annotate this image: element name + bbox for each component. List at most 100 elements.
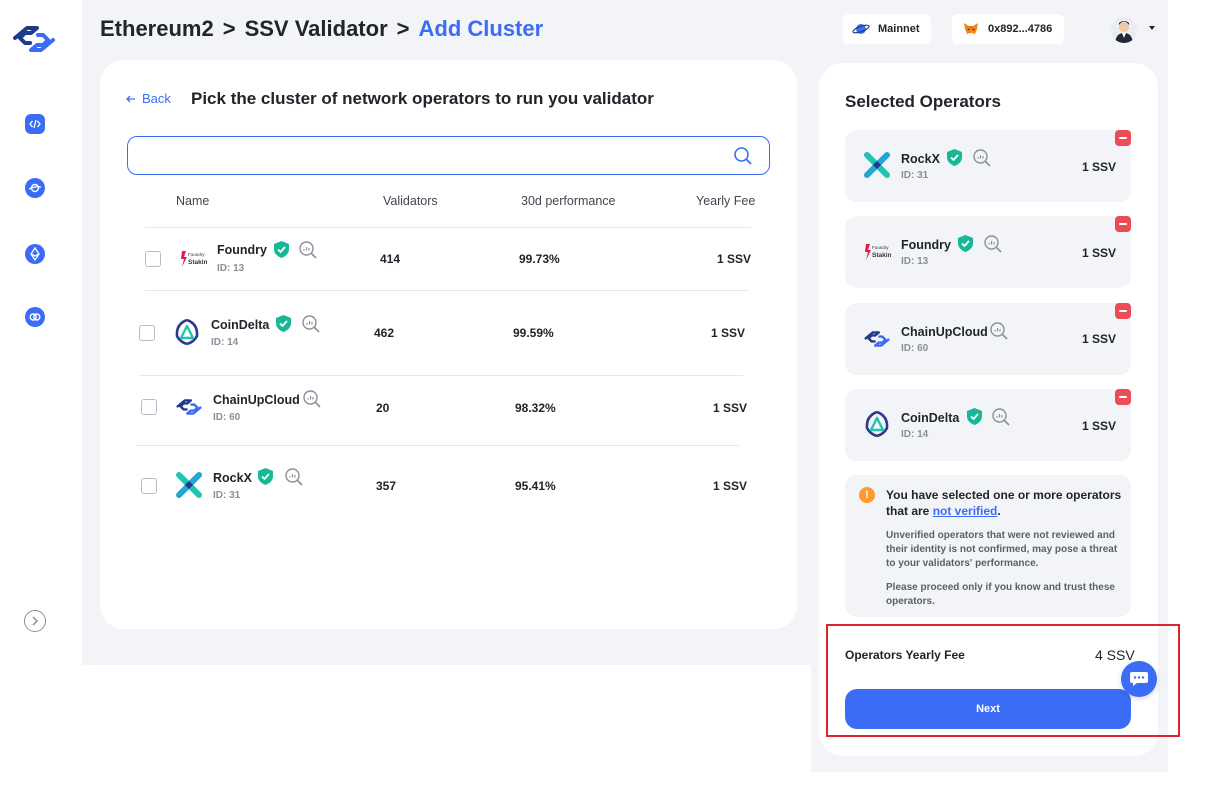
explorer-search-icon[interactable] bbox=[298, 240, 318, 260]
verified-shield-icon bbox=[966, 407, 983, 426]
column-header-name: Name bbox=[176, 194, 210, 208]
performance-cell: 95.41% bbox=[515, 479, 556, 493]
warning-text: You have selected one or more operators … bbox=[886, 488, 1122, 518]
column-header-validators: Validators bbox=[383, 194, 438, 208]
wallet-address: 0x892...4786 bbox=[988, 23, 1053, 35]
validators-cell: 414 bbox=[380, 252, 401, 266]
remove-operator-button[interactable] bbox=[1115, 216, 1131, 232]
row-checkbox[interactable] bbox=[141, 478, 157, 494]
explorer-search-icon[interactable] bbox=[989, 321, 1009, 341]
app-logo[interactable] bbox=[11, 24, 57, 59]
remove-operator-button[interactable] bbox=[1115, 303, 1131, 319]
operator-id: ID: 13 bbox=[217, 263, 245, 274]
arrow-left-icon bbox=[126, 95, 136, 103]
explorer-search-icon[interactable] bbox=[991, 407, 1011, 427]
operator-id: ID: 14 bbox=[901, 429, 929, 440]
column-header-yearly-fee: Yearly Fee bbox=[696, 194, 756, 208]
foundry-logo: Foundry Staking bbox=[179, 245, 207, 273]
back-link[interactable]: Back bbox=[126, 91, 171, 106]
verified-shield-icon bbox=[257, 467, 274, 486]
network-selector[interactable]: Mainnet bbox=[843, 14, 931, 44]
warning-icon: ! bbox=[859, 487, 875, 503]
remove-operator-button[interactable] bbox=[1115, 130, 1131, 146]
breadcrumb-current: Add Cluster bbox=[418, 16, 544, 41]
explorer-search-icon[interactable] bbox=[302, 389, 322, 409]
svg-text:Foundry: Foundry bbox=[188, 252, 205, 257]
explorer-search-icon[interactable] bbox=[983, 234, 1003, 254]
verified-shield-icon bbox=[946, 148, 963, 167]
svg-text:Staking: Staking bbox=[188, 259, 207, 266]
code-icon[interactable] bbox=[25, 114, 45, 134]
ethereum-icon[interactable] bbox=[25, 244, 45, 264]
explorer-search-icon[interactable] bbox=[301, 314, 321, 334]
chainupcloud-logo bbox=[863, 325, 891, 353]
metamask-fox-icon bbox=[963, 22, 979, 36]
operator-name: ChainUpCloud bbox=[901, 325, 988, 339]
row-divider bbox=[136, 445, 739, 446]
fee-cell: 1 SSV bbox=[717, 252, 752, 266]
column-header-performance: 30d performance bbox=[521, 194, 616, 208]
operator-id: ID: 31 bbox=[901, 170, 929, 181]
search-icon[interactable] bbox=[733, 146, 753, 166]
operator-id: ID: 13 bbox=[901, 256, 929, 267]
operator-id: ID: 31 bbox=[213, 490, 241, 501]
breadcrumb-separator: > bbox=[396, 16, 410, 41]
planet-icon bbox=[852, 21, 870, 37]
network-label: Mainnet bbox=[878, 23, 920, 35]
operator-fee: 1 SSV bbox=[1082, 332, 1117, 346]
remove-operator-button[interactable] bbox=[1115, 389, 1131, 405]
breadcrumb-item[interactable]: Ethereum2 bbox=[100, 16, 214, 41]
operator-name: ChainUpCloud bbox=[213, 393, 300, 407]
operator-fee: 1 SSV bbox=[1082, 160, 1117, 174]
not-verified-link[interactable]: not verified bbox=[933, 504, 998, 518]
coindelta-logo bbox=[173, 318, 201, 346]
validators-cell: 20 bbox=[376, 401, 390, 415]
sidebar bbox=[0, 0, 82, 796]
page-title: Pick the cluster of network operators to… bbox=[191, 89, 654, 108]
chevron-down-icon[interactable] bbox=[1149, 26, 1155, 30]
explorer-search-icon[interactable] bbox=[284, 467, 304, 487]
search-input[interactable] bbox=[127, 136, 770, 175]
performance-cell: 99.59% bbox=[513, 326, 554, 340]
foundry-logo: Foundry Staking bbox=[863, 238, 891, 266]
row-divider bbox=[145, 227, 751, 228]
verified-shield-icon bbox=[273, 240, 290, 259]
rockx-logo bbox=[863, 151, 891, 179]
verified-shield-icon bbox=[957, 234, 974, 253]
validators-cell: 462 bbox=[374, 326, 395, 340]
expand-sidebar-icon[interactable] bbox=[24, 610, 46, 632]
row-divider bbox=[139, 375, 743, 376]
operator-id: ID: 60 bbox=[901, 343, 929, 354]
warning-detail: Unverified operators that were not revie… bbox=[886, 530, 1118, 569]
back-label: Back bbox=[142, 91, 171, 106]
operator-name: Foundry bbox=[217, 243, 267, 257]
coindelta-logo bbox=[863, 410, 891, 438]
wallet-button[interactable]: 0x892...4786 bbox=[952, 14, 1064, 44]
operator-fee: 1 SSV bbox=[1082, 419, 1117, 433]
operator-name: CoinDelta bbox=[211, 318, 270, 332]
performance-cell: 99.73% bbox=[519, 252, 560, 266]
operator-name: Foundry bbox=[901, 238, 951, 252]
avatar[interactable] bbox=[1111, 17, 1137, 43]
breadcrumb-item[interactable]: SSV Validator bbox=[245, 16, 388, 41]
operator-name: RockX bbox=[213, 471, 252, 485]
verified-shield-icon bbox=[275, 314, 292, 333]
breadcrumb: Ethereum2 > SSV Validator > Add Cluster bbox=[100, 16, 543, 42]
chainupcloud-logo bbox=[175, 393, 203, 421]
warning-text-end: . bbox=[997, 504, 1001, 518]
link-icon[interactable] bbox=[25, 307, 45, 327]
row-checkbox[interactable] bbox=[141, 399, 157, 415]
row-checkbox[interactable] bbox=[145, 251, 161, 267]
explorer-search-icon[interactable] bbox=[972, 148, 992, 168]
row-checkbox[interactable] bbox=[139, 325, 155, 341]
chat-icon[interactable] bbox=[1121, 661, 1157, 697]
operator-fee: 1 SSV bbox=[1082, 246, 1117, 260]
fee-cell: 1 SSV bbox=[713, 401, 748, 415]
breadcrumb-separator: > bbox=[222, 16, 236, 41]
row-divider bbox=[145, 290, 749, 291]
operator-id: ID: 60 bbox=[213, 412, 241, 423]
planet-icon[interactable] bbox=[25, 178, 45, 198]
svg-text:Foundry: Foundry bbox=[872, 245, 889, 250]
fee-cell: 1 SSV bbox=[711, 326, 746, 340]
operator-name: RockX bbox=[901, 152, 940, 166]
